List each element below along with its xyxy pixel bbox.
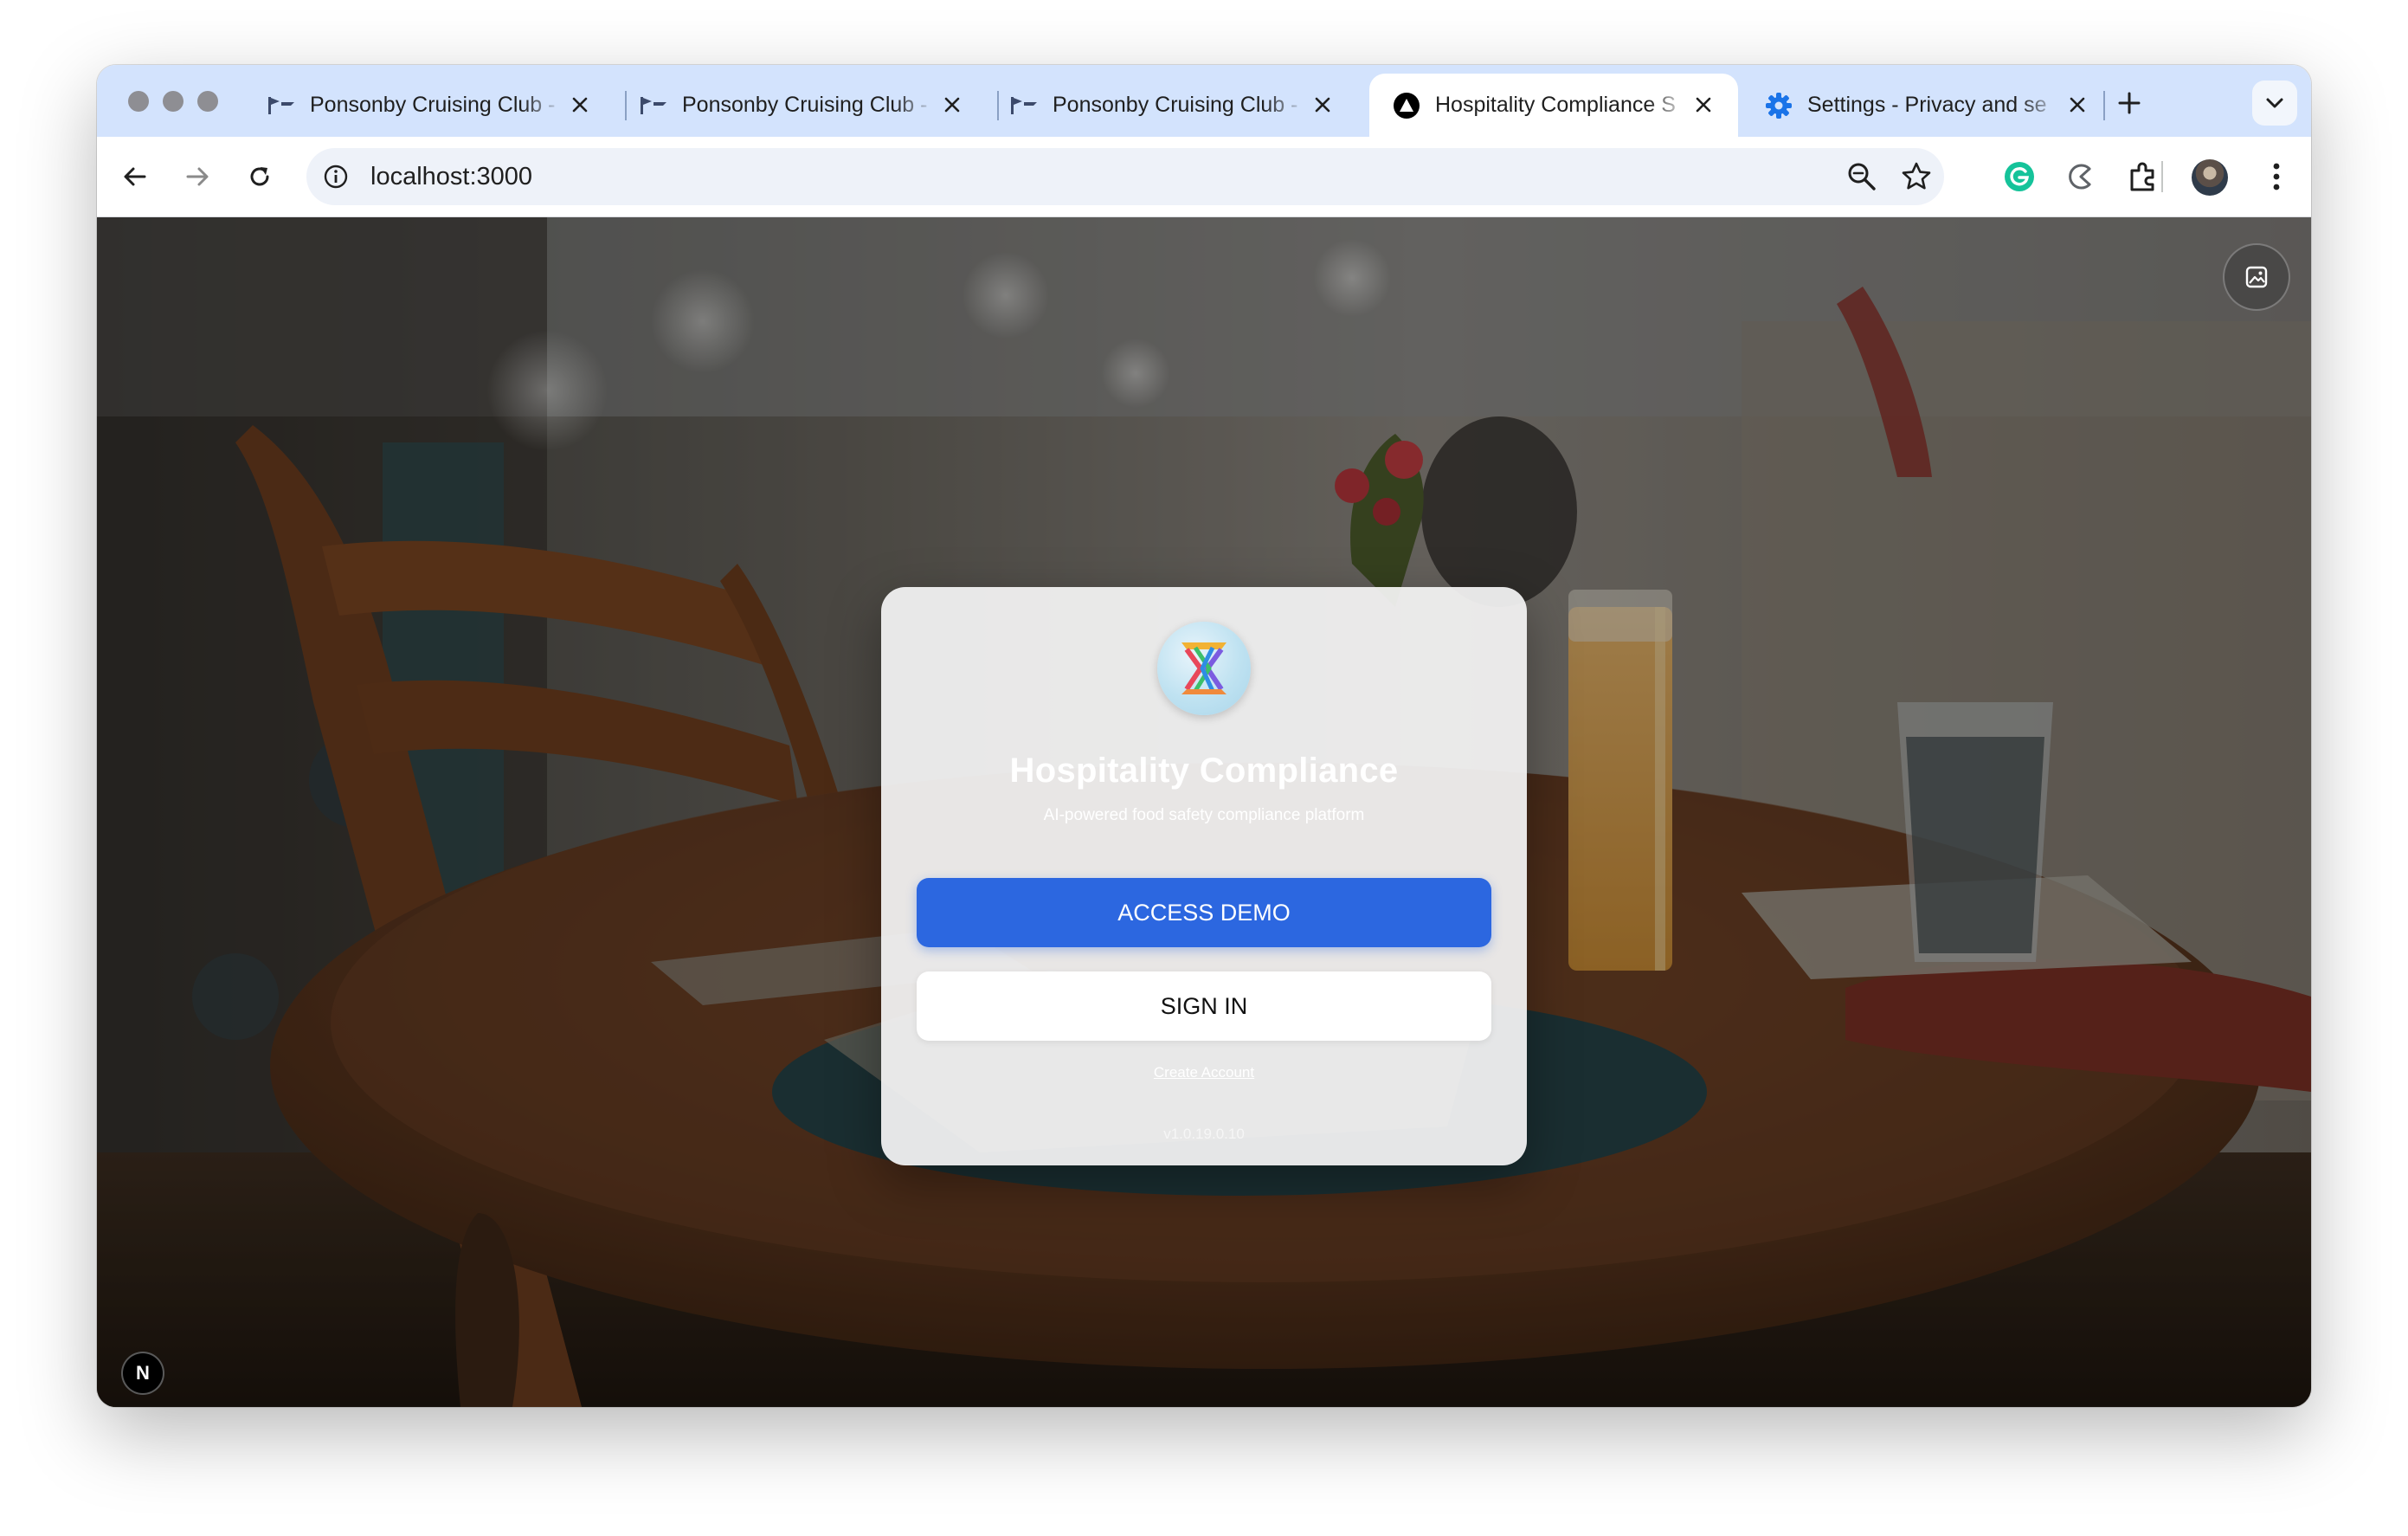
tab-title: Settings - Privacy and se — [1807, 93, 2047, 117]
profile-avatar[interactable] — [2192, 159, 2228, 196]
tab-title: Ponsonby Cruising Club - — [682, 93, 928, 117]
flag-icon — [1009, 91, 1039, 120]
zoom-icon[interactable] — [1845, 160, 1878, 197]
tab-strip: Ponsonby Cruising Club - Ponsonby Cruisi… — [97, 65, 2311, 137]
tab-hospitality-compliance[interactable]: Hospitality Compliance S — [1369, 74, 1738, 137]
login-card: Hospitality Compliance AI-powered food s… — [881, 587, 1527, 1165]
app-title: Hospitality Compliance — [1009, 752, 1399, 790]
bookmark-star-icon[interactable] — [1901, 161, 1932, 197]
image-icon — [2245, 266, 2268, 288]
flag-icon — [267, 91, 296, 120]
reload-button[interactable] — [239, 156, 280, 197]
tab-title: Hospitality Compliance S — [1435, 93, 1676, 117]
kebab-menu-icon — [2273, 163, 2280, 190]
browser-toolbar: localhost:3000 — [97, 137, 2311, 217]
create-account-link[interactable]: Create Account — [881, 1064, 1527, 1081]
tab-ponsonby-1[interactable]: Ponsonby Cruising Club - — [244, 74, 615, 137]
close-window-button[interactable] — [128, 91, 149, 112]
flag-icon — [639, 91, 668, 120]
new-tab-button[interactable] — [2110, 84, 2148, 122]
close-icon[interactable] — [1691, 93, 1716, 117]
sign-in-button[interactable]: SIGN IN — [917, 971, 1491, 1041]
extension-button[interactable] — [2060, 156, 2102, 197]
version-label: v1.0.19.0.10 — [1163, 1126, 1245, 1142]
tab-title: Ponsonby Cruising Club - — [1053, 93, 1298, 117]
tab-ponsonby-3[interactable]: Ponsonby Cruising Club - — [987, 74, 1357, 137]
nextjs-dev-indicator[interactable]: N — [121, 1352, 164, 1395]
address-bar[interactable]: localhost:3000 — [306, 148, 1944, 205]
toolbar-divider — [2161, 161, 2163, 192]
plus-icon — [2118, 92, 2141, 114]
close-icon[interactable] — [1310, 93, 1335, 117]
app-subtitle: AI-powered food safety compliance platfo… — [1043, 806, 1365, 824]
tab-separator — [2103, 91, 2105, 120]
zoom-window-button[interactable] — [197, 91, 218, 112]
close-icon[interactable] — [568, 93, 592, 117]
minimize-window-button[interactable] — [163, 91, 183, 112]
back-button[interactable] — [114, 156, 156, 197]
background-toggle-button[interactable] — [2223, 243, 2290, 311]
tab-title: Ponsonby Cruising Club - — [310, 93, 556, 117]
arrow-left-icon — [124, 167, 146, 186]
grammarly-icon — [2005, 162, 2034, 191]
arrow-right-icon — [186, 167, 209, 186]
puzzle-icon — [2130, 162, 2154, 191]
chevron-down-icon — [2266, 98, 2283, 108]
extensions-menu-button[interactable] — [2122, 156, 2164, 197]
forward-button[interactable] — [177, 156, 218, 197]
close-icon[interactable] — [940, 93, 964, 117]
gear-icon — [1764, 91, 1793, 120]
circular-arrow-icon — [2069, 164, 2091, 190]
reload-icon — [250, 167, 269, 186]
page-viewport: Hospitality Compliance AI-powered food s… — [97, 217, 2311, 1407]
browser-menu-button[interactable] — [2256, 156, 2297, 197]
tab-settings[interactable]: Settings - Privacy and se — [1742, 74, 2112, 137]
access-demo-button[interactable]: ACCESS DEMO — [917, 878, 1491, 947]
app-logo — [1157, 622, 1251, 715]
site-info-icon[interactable] — [320, 161, 351, 192]
triangle-logo-icon — [1392, 91, 1421, 120]
url-text[interactable]: localhost:3000 — [370, 163, 532, 191]
browser-window: Ponsonby Cruising Club - Ponsonby Cruisi… — [97, 65, 2311, 1407]
tab-search-button[interactable] — [2252, 81, 2297, 126]
tab-ponsonby-2[interactable]: Ponsonby Cruising Club - — [616, 74, 987, 137]
close-icon[interactable] — [2065, 93, 2089, 117]
grammarly-extension-button[interactable] — [1999, 156, 2040, 197]
